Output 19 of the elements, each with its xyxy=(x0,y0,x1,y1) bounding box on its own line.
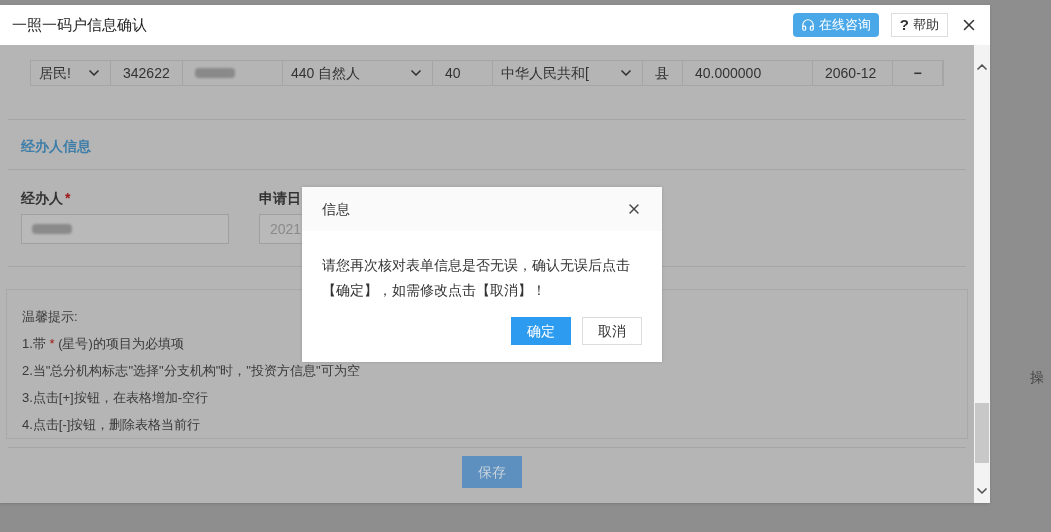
tip-text: 2.当"总分机构标志"选择"分支机构"时，"投资方信息"可为空 xyxy=(22,363,360,378)
field-label: 经办人* xyxy=(21,189,71,208)
tip-text: 4.点击[-]按钮，删除表格当前行 xyxy=(22,417,201,432)
scrollbar-thumb[interactable] xyxy=(975,403,989,463)
window-title: 一照一码户信息确认 xyxy=(12,14,148,35)
tip-text: 1.带 * (星号)的项目为必填项 xyxy=(22,336,184,351)
help-button[interactable]: ? 帮助 xyxy=(890,13,948,37)
input-field[interactable] xyxy=(21,214,229,244)
field-label: 申请日 xyxy=(259,189,301,208)
headset-icon xyxy=(800,18,815,32)
scrollbar[interactable] xyxy=(974,45,990,503)
tip-text: 3.点击[+]按钮，在表格增加-空行 xyxy=(22,390,208,405)
section-heading: 经办人信息 xyxy=(20,137,92,156)
dialog-title: 信息 xyxy=(322,199,350,219)
dialog-message: 请您再次核对表单信息是否无误，确认无误后点击【确定】，如需修改点击【取消】！ xyxy=(321,256,631,300)
blurred-text xyxy=(32,224,72,234)
column-header: 操 xyxy=(1030,368,1045,387)
cancel-button[interactable]: 取消 xyxy=(582,317,642,345)
tips-title: 温馨提示: xyxy=(22,309,78,324)
